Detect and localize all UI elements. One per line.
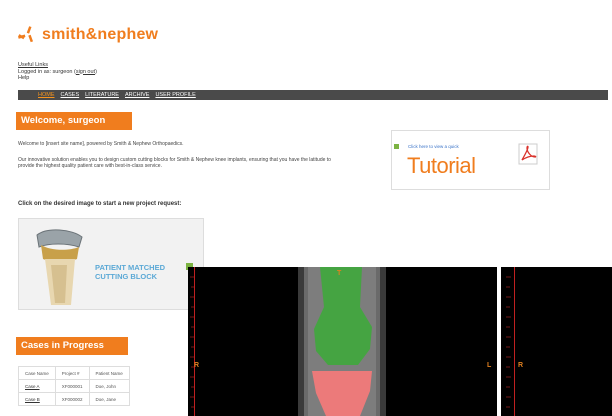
column-header: Project # (54, 366, 90, 380)
pmcb-label: PATIENT MATCHED CUTTING BLOCK (95, 263, 165, 281)
nav-home[interactable]: HOME (38, 92, 55, 98)
cases-table: Case Name Project # Patient Name Case A … (18, 366, 130, 406)
patient-matched-cutting-block-card[interactable]: PATIENT MATCHED CUTTING BLOCK (18, 218, 204, 310)
project-number: XF000001 (54, 379, 90, 393)
project-prompt: Click on the desired image to start a ne… (18, 201, 182, 207)
divider (497, 267, 501, 416)
column-header: Case Name (18, 366, 56, 380)
orientation-right-label-2: R (518, 362, 524, 369)
cases-title: Cases in Progress (16, 337, 128, 355)
nav-cases[interactable]: CASES (61, 92, 80, 98)
table-header-row: Case Name Project # Patient Name (18, 366, 130, 380)
orientation-left-label: R (194, 362, 200, 369)
help-link[interactable]: Help (18, 75, 29, 81)
orientation-top-label: T (337, 270, 342, 277)
right-ruler (506, 267, 515, 416)
useful-links-link[interactable]: Useful Links (18, 62, 48, 68)
brand-logo: smith&nephew (18, 26, 158, 44)
nav-archive[interactable]: ARCHIVE (125, 92, 149, 98)
knee-scan-image (298, 267, 386, 416)
project-number: XF000002 (54, 392, 90, 406)
pdf-icon (518, 143, 538, 170)
column-header: Patient Name (88, 366, 130, 380)
table-row: Case B XF000002 Doe, Jane (18, 392, 130, 406)
orientation-right-label: L (487, 362, 492, 369)
logo-text: smith&nephew (42, 26, 159, 43)
case-link[interactable]: Case B (25, 397, 40, 402)
mri-viewer[interactable]: T R L ▲ R (188, 267, 612, 416)
tutorial-big-text: Tutorial (407, 153, 476, 178)
tutorial-small-text: Click here to view a quick (408, 144, 459, 149)
tutorial-link[interactable]: Click here to view a quick Tutorial (391, 130, 550, 190)
nav-user-profile[interactable]: USER PROFILE (155, 92, 195, 98)
welcome-intro: Welcome to [insert site name], powered b… (18, 141, 184, 147)
table-row: Case A XF000001 Doe, John (18, 379, 130, 393)
case-link[interactable]: Case A (25, 384, 40, 389)
logo-star-icon (18, 26, 36, 44)
left-ruler (188, 267, 195, 416)
sign-out-link[interactable]: sign out (76, 69, 95, 75)
welcome-title: Welcome, surgeon (16, 112, 132, 130)
top-links: Useful Links Logged in as: surgeon (sign… (18, 62, 97, 81)
patient-name: Doe, Jane (88, 392, 130, 406)
nav-literature[interactable]: LITERATURE (85, 92, 119, 98)
plus-icon (394, 144, 399, 149)
patient-name: Doe, John (88, 379, 130, 393)
main-nav: HOME CASES LITERATURE ARCHIVE USER PROFI… (18, 90, 608, 100)
logged-in-text: Logged in as: surgeon (18, 68, 73, 75)
welcome-description: Our innovative solution enables you to d… (18, 157, 331, 170)
knee-implant-image (27, 225, 97, 312)
